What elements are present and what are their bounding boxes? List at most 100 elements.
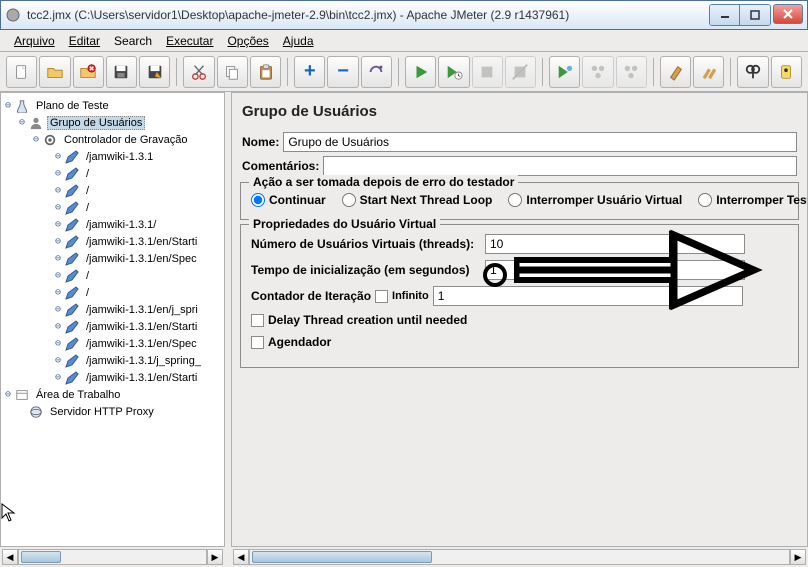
comments-input[interactable] xyxy=(323,156,797,176)
tree-sampler[interactable]: ⊖/ xyxy=(3,182,222,199)
radio-input[interactable] xyxy=(508,193,522,207)
clear-button[interactable] xyxy=(660,56,691,88)
paste-button[interactable] xyxy=(250,56,281,88)
expander-icon[interactable]: ⊖ xyxy=(53,321,63,332)
open-button[interactable] xyxy=(39,56,70,88)
radio-input[interactable] xyxy=(251,193,265,207)
infinito-checkbox[interactable] xyxy=(375,290,388,303)
remote-stop-button[interactable] xyxy=(582,56,613,88)
menu-executar[interactable]: Executar xyxy=(160,32,219,50)
start-button[interactable] xyxy=(405,56,436,88)
radio-startnext[interactable]: Start Next Thread Loop xyxy=(342,193,493,207)
loop-input[interactable] xyxy=(433,286,743,306)
close-file-button[interactable] xyxy=(73,56,104,88)
tree-recording-controller[interactable]: ⊖ Controlador de Gravação xyxy=(3,131,222,148)
panel-title: Grupo de Usuários xyxy=(236,99,803,130)
tree-sampler[interactable]: ⊖/ xyxy=(3,199,222,216)
pen-icon xyxy=(64,336,80,352)
delay-checkbox[interactable] xyxy=(251,314,264,327)
expander-icon[interactable]: ⊖ xyxy=(53,304,63,315)
pen-icon xyxy=(64,166,80,182)
shutdown-button[interactable] xyxy=(505,56,536,88)
expander-icon[interactable]: ⊖ xyxy=(53,287,63,298)
expander-icon[interactable]: ⊖ xyxy=(53,151,63,162)
expander-icon[interactable]: ⊖ xyxy=(17,117,27,128)
tree-http-proxy[interactable]: ⊖ Servidor HTTP Proxy xyxy=(3,403,222,420)
tree-sampler[interactable]: ⊖/jamwiki-1.3.1/en/Starti xyxy=(3,318,222,335)
expander-icon[interactable]: ⊖ xyxy=(31,134,41,145)
toggle-button[interactable] xyxy=(361,56,392,88)
scroll-left-arrow[interactable]: ◀ xyxy=(233,549,249,565)
tree-sampler[interactable]: ⊖/ xyxy=(3,284,222,301)
scroll-track[interactable] xyxy=(249,549,790,565)
expander-icon[interactable]: ⊖ xyxy=(53,355,63,366)
tree-threadgroup[interactable]: ⊖ Grupo de Usuários xyxy=(3,114,222,131)
expander-icon[interactable]: ⊖ xyxy=(53,168,63,179)
tree-sampler[interactable]: ⊖/jamwiki-1.3.1/j_spring_ xyxy=(3,352,222,369)
tree-sampler[interactable]: ⊖/jamwiki-1.3.1/en/Starti xyxy=(3,233,222,250)
clear-all-button[interactable] xyxy=(693,56,724,88)
menu-arquivo[interactable]: Arquivo xyxy=(8,32,61,50)
start-no-timers-button[interactable] xyxy=(438,56,469,88)
menu-editar[interactable]: Editar xyxy=(63,32,106,50)
cut-button[interactable] xyxy=(183,56,214,88)
scroll-thumb[interactable] xyxy=(21,551,61,563)
save-button[interactable] xyxy=(106,56,137,88)
menu-ajuda[interactable]: Ajuda xyxy=(277,32,320,50)
expander-icon[interactable]: ⊖ xyxy=(53,202,63,213)
threads-input[interactable] xyxy=(485,234,745,254)
minimize-button[interactable] xyxy=(710,5,740,25)
tree-sampler[interactable]: ⊖/jamwiki-1.3.1/ xyxy=(3,216,222,233)
expander-icon[interactable]: ⊖ xyxy=(3,100,13,111)
scroll-right-arrow[interactable]: ▶ xyxy=(790,549,806,565)
expander-icon[interactable]: ⊖ xyxy=(53,253,63,264)
tree-sampler[interactable]: ⊖/jamwiki-1.3.1/en/Starti xyxy=(3,369,222,386)
tree-sampler[interactable]: ⊖/jamwiki-1.3.1/en/j_spri xyxy=(3,301,222,318)
maximize-button[interactable] xyxy=(740,5,770,25)
new-button[interactable] xyxy=(6,56,37,88)
save-as-button[interactable] xyxy=(139,56,170,88)
expander-icon[interactable]: ⊖ xyxy=(53,372,63,383)
tree-testplan[interactable]: ⊖ Plano de Teste xyxy=(3,97,222,114)
menu-search[interactable]: Search xyxy=(108,32,158,50)
expander-icon[interactable]: ⊖ xyxy=(53,338,63,349)
search-toolbar-button[interactable] xyxy=(737,56,768,88)
pen-icon xyxy=(64,251,80,267)
remote-start-button[interactable] xyxy=(549,56,580,88)
test-plan-tree[interactable]: ⊖ Plano de Teste ⊖ Grupo de Usuários ⊖ C… xyxy=(1,93,224,424)
scroll-left-arrow[interactable]: ◀ xyxy=(2,549,18,565)
pen-icon xyxy=(64,234,80,250)
ramp-input[interactable] xyxy=(485,260,745,280)
tree-workbench[interactable]: ⊖ Área de Trabalho xyxy=(3,386,222,403)
close-button[interactable] xyxy=(773,4,803,24)
radio-continuar[interactable]: Continuar xyxy=(251,193,326,207)
scroll-track[interactable] xyxy=(18,549,207,565)
radio-interromper-test[interactable]: Interromper Test xyxy=(698,193,808,207)
copy-button[interactable] xyxy=(217,56,248,88)
radio-interromper-uv[interactable]: Interromper Usuário Virtual xyxy=(508,193,682,207)
radio-input[interactable] xyxy=(698,193,712,207)
tree-sampler[interactable]: ⊖/jamwiki-1.3.1/en/Spec xyxy=(3,250,222,267)
agendador-checkbox[interactable] xyxy=(251,336,264,349)
name-input[interactable] xyxy=(283,132,797,152)
scroll-thumb[interactable] xyxy=(252,551,432,563)
expander-icon[interactable]: ⊖ xyxy=(3,389,13,400)
expander-icon[interactable]: ⊖ xyxy=(53,236,63,247)
tree-sampler[interactable]: ⊖/jamwiki-1.3.1/en/Spec xyxy=(3,335,222,352)
remote-shutdown-button[interactable] xyxy=(616,56,647,88)
server-icon xyxy=(28,404,44,420)
tree-sampler[interactable]: ⊖/ xyxy=(3,165,222,182)
menu-opcoes[interactable]: Opções xyxy=(221,32,274,50)
tree-sampler[interactable]: ⊖/ xyxy=(3,267,222,284)
function-helper-button[interactable] xyxy=(771,56,802,88)
expander-icon[interactable]: ⊖ xyxy=(53,219,63,230)
expander-icon[interactable]: ⊖ xyxy=(53,270,63,281)
pen-icon xyxy=(64,285,80,301)
tree-sampler[interactable]: ⊖/jamwiki-1.3.1 xyxy=(3,148,222,165)
expand-button[interactable]: + xyxy=(294,56,325,88)
stop-button[interactable] xyxy=(472,56,503,88)
radio-input[interactable] xyxy=(342,193,356,207)
scroll-right-arrow[interactable]: ▶ xyxy=(207,549,223,565)
collapse-button[interactable]: − xyxy=(327,56,358,88)
expander-icon[interactable]: ⊖ xyxy=(53,185,63,196)
